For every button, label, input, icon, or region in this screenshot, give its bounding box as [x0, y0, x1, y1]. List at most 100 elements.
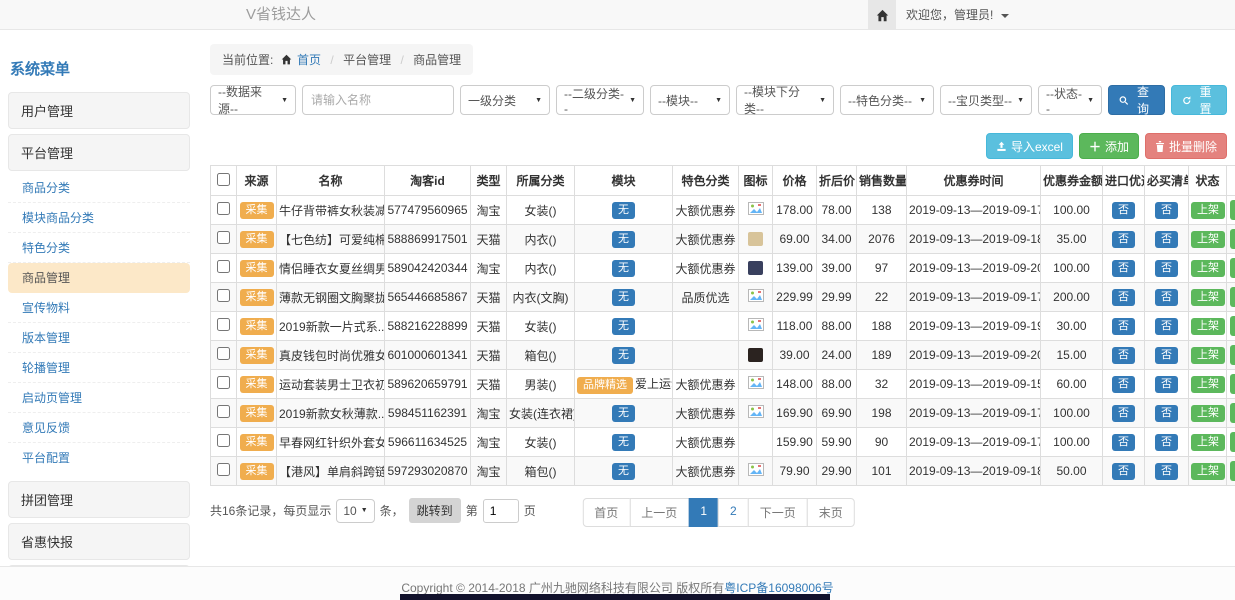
data-source-select[interactable]: --数据来源--▼ — [210, 85, 296, 115]
sidebar-item[interactable]: 宣传物料 — [8, 293, 190, 323]
sidebar-item[interactable]: 版本管理 — [8, 323, 190, 353]
must-buy-cell: 否 — [1145, 370, 1189, 399]
jump-button[interactable]: 跳转到 — [409, 498, 461, 523]
page-nav-button[interactable]: 下一页 — [748, 498, 808, 527]
edit-button[interactable] — [1230, 345, 1235, 365]
edit-button[interactable] — [1230, 287, 1235, 307]
name-search-input[interactable] — [302, 85, 454, 115]
sidebar-item[interactable]: 启动页管理 — [8, 383, 190, 413]
import-select-toggle[interactable]: 否 — [1112, 434, 1135, 451]
status-badge[interactable]: 上架 — [1191, 347, 1225, 364]
page-number-button[interactable]: 2 — [718, 498, 749, 527]
page-number-button[interactable]: 1 — [688, 498, 719, 527]
must-buy-toggle[interactable]: 否 — [1155, 463, 1178, 480]
row-checkbox[interactable] — [217, 434, 230, 447]
import-select-toggle[interactable]: 否 — [1112, 347, 1135, 364]
import-select-toggle[interactable]: 否 — [1112, 463, 1135, 480]
row-checkbox[interactable] — [217, 405, 230, 418]
add-button[interactable]: ＋ 添加 — [1079, 133, 1139, 159]
edit-button[interactable] — [1230, 200, 1235, 220]
edit-button[interactable] — [1230, 258, 1235, 278]
sidebar-group[interactable]: 省惠快报 — [8, 523, 190, 560]
status-badge[interactable]: 上架 — [1191, 231, 1225, 248]
select-all-checkbox[interactable] — [217, 173, 230, 186]
per-page-select[interactable]: 10 ▼ — [336, 499, 374, 523]
must-buy-toggle[interactable]: 否 — [1155, 231, 1178, 248]
row-checkbox[interactable] — [217, 463, 230, 476]
must-buy-toggle[interactable]: 否 — [1155, 318, 1178, 335]
sidebar-item[interactable]: 模块商品分类 — [8, 203, 190, 233]
sidebar-group[interactable]: 拼团管理 — [8, 481, 190, 518]
batch-delete-button[interactable]: 批量删除 — [1145, 133, 1227, 159]
status-badge[interactable]: 上架 — [1191, 260, 1225, 277]
must-buy-toggle[interactable]: 否 — [1155, 347, 1178, 364]
icp-link[interactable]: 粤ICP备16098006号 — [724, 581, 833, 595]
import-select-toggle[interactable]: 否 — [1112, 405, 1135, 422]
row-checkbox[interactable] — [217, 260, 230, 273]
module-select[interactable]: --模块--▼ — [650, 85, 730, 115]
row-checkbox[interactable] — [217, 231, 230, 244]
must-buy-toggle[interactable]: 否 — [1155, 202, 1178, 219]
sales-count: 90 — [857, 428, 907, 457]
sidebar-group[interactable]: 用户管理 — [8, 92, 190, 129]
edit-button[interactable] — [1230, 432, 1235, 452]
page-nav-button[interactable]: 末页 — [807, 498, 855, 527]
source-cell: 采集 — [237, 341, 277, 370]
import-select-toggle[interactable]: 否 — [1112, 231, 1135, 248]
row-checkbox[interactable] — [217, 376, 230, 389]
must-buy-toggle[interactable]: 否 — [1155, 289, 1178, 306]
page-nav-button[interactable]: 首页 — [582, 498, 630, 527]
import-excel-button[interactable]: 导入excel — [986, 133, 1073, 159]
sidebar-item[interactable]: 特色分类 — [8, 233, 190, 263]
sidebar-item[interactable]: 平台配置 — [8, 443, 190, 472]
reset-button[interactable]: 重置 — [1171, 85, 1228, 115]
jump-page-input[interactable] — [483, 499, 519, 523]
import-select-toggle[interactable]: 否 — [1112, 202, 1135, 219]
must-buy-toggle[interactable]: 否 — [1155, 260, 1178, 277]
item-type-select[interactable]: --宝贝类型--▼ — [940, 85, 1032, 115]
module-sub-category-select[interactable]: --模块下分类--▼ — [736, 85, 834, 115]
sidebar-item[interactable]: 商品管理 — [8, 263, 190, 293]
edit-button[interactable] — [1230, 403, 1235, 423]
must-buy-toggle[interactable]: 否 — [1155, 405, 1178, 422]
status-cell: 上架 — [1189, 399, 1227, 428]
import-select-toggle[interactable]: 否 — [1112, 318, 1135, 335]
status-badge[interactable]: 上架 — [1191, 289, 1225, 306]
icon-cell — [739, 254, 773, 283]
status-badge[interactable]: 上架 — [1191, 434, 1225, 451]
must-buy-toggle[interactable]: 否 — [1155, 434, 1178, 451]
user-menu[interactable]: 欢迎您，管理员! — [906, 0, 1009, 30]
sidebar-item[interactable]: 轮播管理 — [8, 353, 190, 383]
row-checkbox[interactable] — [217, 289, 230, 302]
must-buy-toggle[interactable]: 否 — [1155, 376, 1178, 393]
sidebar-group[interactable]: 平台管理 — [8, 134, 190, 171]
import-select-toggle[interactable]: 否 — [1112, 289, 1135, 306]
status-badge[interactable]: 上架 — [1191, 202, 1225, 219]
import-select-toggle[interactable]: 否 — [1112, 376, 1135, 393]
home-button[interactable] — [868, 0, 896, 30]
feature-category-select[interactable]: --特色分类--▼ — [840, 85, 934, 115]
sidebar-item[interactable]: 意见反馈 — [8, 413, 190, 443]
row-checkbox[interactable] — [217, 202, 230, 215]
row-checkbox[interactable] — [217, 318, 230, 331]
level2-category-select[interactable]: --二级分类--▼ — [556, 85, 644, 115]
import-select-toggle[interactable]: 否 — [1112, 260, 1135, 277]
status-badge[interactable]: 上架 — [1191, 318, 1225, 335]
edit-button[interactable] — [1230, 229, 1235, 249]
coupon-amount: 100.00 — [1041, 254, 1103, 283]
status-select[interactable]: --状态--▼ — [1038, 85, 1102, 115]
status-badge[interactable]: 上架 — [1191, 376, 1225, 393]
edit-button[interactable] — [1230, 316, 1235, 336]
page-nav-button[interactable]: 上一页 — [629, 498, 689, 527]
row-checkbox[interactable] — [217, 347, 230, 360]
sidebar-item[interactable]: 商品分类 — [8, 173, 190, 203]
product-name: 牛仔背带裤女秋装减龄... — [277, 196, 385, 225]
breadcrumb-home-link[interactable]: 首页 — [297, 53, 321, 67]
coupon-amount: 15.00 — [1041, 341, 1103, 370]
status-badge[interactable]: 上架 — [1191, 405, 1225, 422]
status-badge[interactable]: 上架 — [1191, 463, 1225, 480]
level1-category-select[interactable]: 一级分类▼ — [460, 85, 550, 115]
edit-button[interactable] — [1230, 461, 1235, 481]
edit-button[interactable] — [1230, 374, 1235, 394]
search-button[interactable]: 查询 — [1108, 85, 1165, 115]
